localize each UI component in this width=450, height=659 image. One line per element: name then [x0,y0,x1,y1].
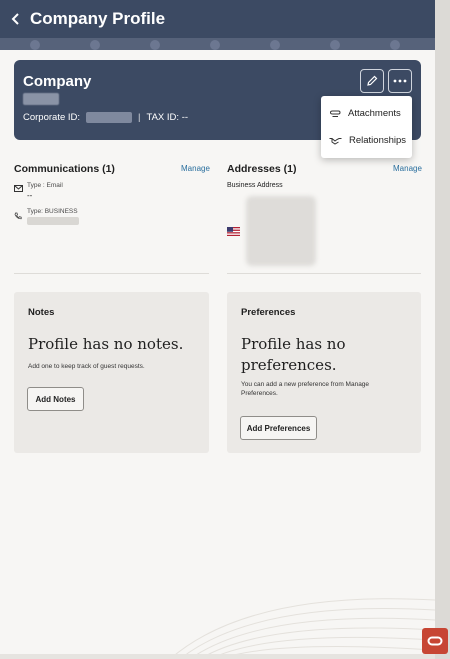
menu-item-relationships-label: Relationships [349,135,407,146]
preferences-empty-description-line1: You can add a new preference from Manage [241,381,370,388]
page-title: Company Profile [30,9,166,28]
tax-id-label: TAX ID: -- [146,112,189,123]
add-notes-button[interactable]: Add Notes [27,387,84,411]
company-name: Company [23,73,92,90]
chevron-left-icon [11,13,19,25]
page-header: Company Profile [0,0,435,38]
email-value: -- [27,191,33,200]
more-actions-menu: Attachments Relationships [321,96,412,158]
edit-button[interactable] [360,69,384,93]
preferences-title: Preferences [241,307,296,318]
communications-title: Communications (1) [14,163,115,175]
menu-item-attachments[interactable]: Attachments [321,100,412,127]
oracle-logo-icon [427,636,443,646]
preferences-panel: Preferences Profile has no preferences. … [227,292,421,453]
handshake-icon [329,137,342,145]
notes-panel: Notes Profile has no notes. Add one to k… [14,292,209,453]
back-button[interactable] [0,0,32,38]
addresses-divider [227,273,421,274]
menu-item-relationships[interactable]: Relationships [321,127,412,154]
address-type-label: Business Address [227,182,283,189]
redacted-company-id [23,93,59,105]
header-banner-decoration [0,38,435,50]
redacted-corporate-id [86,112,133,123]
phone-type-label: Type: BUSINESS [27,208,78,215]
id-separator: | [138,112,141,123]
preferences-empty-heading-line2: preferences. [241,356,337,374]
paperclip-icon [329,110,341,117]
us-flag-icon [227,227,240,236]
notes-title: Notes [28,307,55,318]
communications-manage-link[interactable]: Manage [181,164,210,173]
email-type-label: Type : Email [27,182,63,189]
preferences-empty-description-line2: Preferences. [241,390,278,397]
corporate-id-label: Corporate ID: [23,112,81,123]
window-bottom-edge [0,654,435,659]
pencil-icon [367,75,378,86]
ellipsis-icon [393,79,407,83]
notes-empty-heading: Profile has no notes. [28,335,184,353]
add-preferences-button[interactable]: Add Preferences [240,416,317,440]
menu-item-attachments-label: Attachments [348,108,401,119]
communications-divider [14,273,209,274]
addresses-title: Addresses (1) [227,163,297,175]
company-ids-row: Corporate ID: | TAX ID: -- [23,112,188,123]
redacted-phone-number [27,217,79,225]
redacted-address [246,196,316,266]
decorative-waves [170,598,435,659]
window-right-edge [435,0,450,659]
phone-icon [14,212,22,220]
mail-icon [14,185,23,192]
preferences-empty-heading-line1: Profile has no [241,335,346,353]
notes-empty-description: Add one to keep track of guest requests. [28,363,145,370]
more-actions-button[interactable] [388,69,412,93]
oracle-assistant-button[interactable] [422,628,448,654]
addresses-manage-link[interactable]: Manage [393,164,422,173]
